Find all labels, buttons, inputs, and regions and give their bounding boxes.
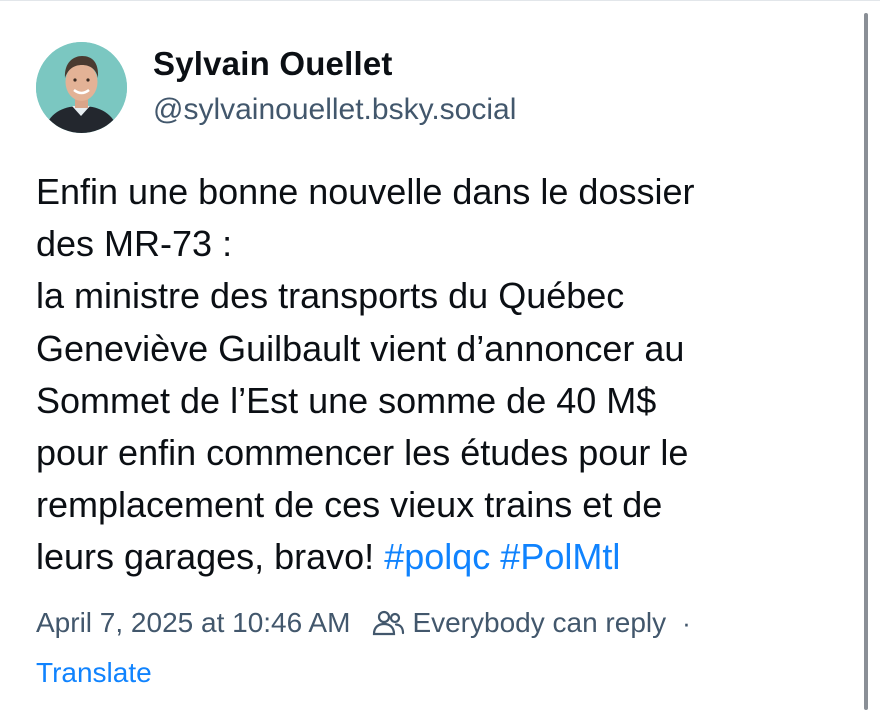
hashtag-polqc[interactable]: #polqc <box>384 536 490 577</box>
reply-setting[interactable]: Everybody can reply <box>412 607 666 639</box>
post-meta: April 7, 2025 at 10:46 AM Everybody can … <box>36 604 691 642</box>
author-name[interactable]: Sylvain Ouellet <box>153 45 393 83</box>
avatar-portrait <box>36 42 127 133</box>
scrollbar[interactable] <box>864 13 868 710</box>
hashtag-polmtl[interactable]: #PolMtl <box>500 536 620 577</box>
translate-link[interactable]: Translate <box>36 657 152 689</box>
author-handle[interactable]: @sylvainouellet.bsky.social <box>153 93 516 127</box>
meta-separator: · <box>682 607 691 638</box>
post-body: Enfin une bonne nouvelle dans le dossier… <box>36 171 695 578</box>
post-container: Sylvain Ouellet @sylvainouellet.bsky.soc… <box>0 0 880 710</box>
post-timestamp[interactable]: April 7, 2025 at 10:46 AM <box>36 607 350 639</box>
post-text: Enfin une bonne nouvelle dans le dossier… <box>36 166 836 584</box>
avatar[interactable] <box>36 42 127 133</box>
people-icon <box>372 609 405 637</box>
